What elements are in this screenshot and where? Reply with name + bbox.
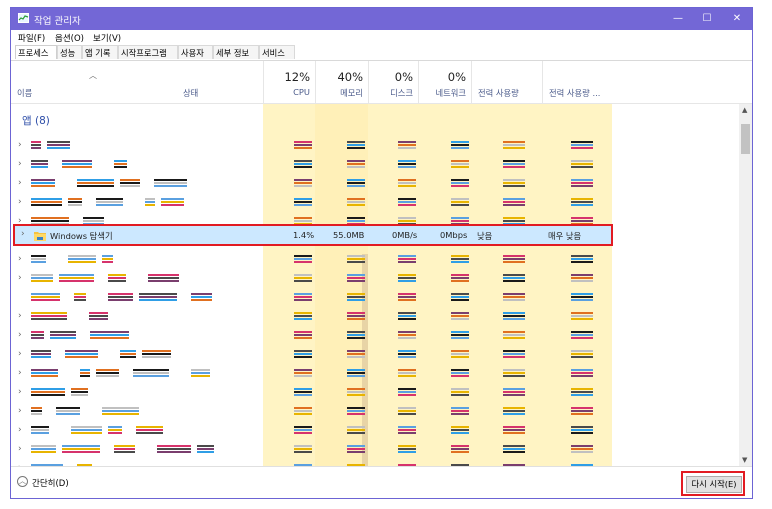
scroll-thumb[interactable] [741, 124, 750, 154]
expand-chevron-icon[interactable]: › [18, 406, 22, 416]
scroll-up-icon[interactable]: ▲ [742, 106, 747, 114]
table-row[interactable]: › [11, 440, 739, 459]
process-name: Windows 탐색기 [50, 231, 113, 241]
table-row[interactable]: › [11, 326, 739, 345]
title-bar: 작업 관리자 — ☐ ✕ [11, 8, 752, 30]
menu-bar: 파일(F) 옵션(O) 보기(V) [11, 30, 752, 44]
expand-chevron-icon[interactable]: › [18, 254, 22, 264]
table-row[interactable]: › [11, 364, 739, 383]
group-header-apps[interactable]: 앱 (8) [11, 104, 739, 136]
maximize-icon[interactable]: ☐ [692, 8, 722, 30]
column-cpu[interactable]: 12% CPU [263, 61, 316, 103]
close-icon[interactable]: ✕ [722, 8, 752, 30]
selected-row-windows-explorer[interactable]: › Windows 탐색기 1.4% 55.0MB 0MB/s 0Mbps 낮음… [13, 224, 613, 246]
column-status[interactable]: 상태 [171, 61, 263, 103]
tab-services[interactable]: 서비스 [259, 45, 295, 59]
tab-users[interactable]: 사용자 [178, 45, 213, 59]
restart-highlight: 다시 시작(E) [681, 471, 745, 496]
menu-file[interactable]: 파일(F) [18, 32, 45, 44]
column-network[interactable]: 0% 네트워크 [418, 61, 472, 103]
table-row[interactable]: › [11, 421, 739, 440]
column-memory[interactable]: 40% 메모리 [315, 61, 369, 103]
table-row[interactable]: › [11, 250, 739, 269]
expand-chevron-icon[interactable]: › [18, 349, 22, 359]
tab-app-history[interactable]: 앱 기록 [82, 45, 118, 59]
collapse-up-icon[interactable]: ︿ [17, 476, 28, 487]
menu-view[interactable]: 보기(V) [93, 32, 121, 44]
power-value: 낮음 [477, 231, 493, 241]
network-value: 0Mbps [440, 230, 468, 240]
fewer-details-link[interactable]: 간단히(D) [32, 477, 69, 489]
column-power[interactable]: 전력 사용량 [471, 61, 543, 103]
expand-chevron-icon[interactable]: › [18, 197, 22, 207]
table-row[interactable]: › [11, 383, 739, 402]
expand-chevron-icon[interactable]: › [21, 229, 25, 239]
table-row[interactable]: › [11, 136, 739, 155]
column-disk[interactable]: 0% 디스크 [368, 61, 419, 103]
memory-value: 55.0MB [333, 230, 365, 240]
expand-chevron-icon[interactable]: › [18, 368, 22, 378]
process-list: 앱 (8) › › › › › › › › › › › › › › › › › Windows 탐색기 1.4… [11, 104, 752, 466]
column-header: ︿ 이름 상태 12% CPU 40% 메모리 0% 디스크 0% 네트워크 전… [11, 61, 752, 104]
network-total: 0% [447, 70, 466, 84]
cpu-total: 12% [284, 70, 310, 84]
tab-processes[interactable]: 프로세스 [15, 45, 57, 59]
column-name[interactable]: 이름 [11, 61, 171, 103]
expand-chevron-icon[interactable]: › [18, 425, 22, 435]
expand-chevron-icon[interactable]: › [18, 159, 22, 169]
tab-details[interactable]: 세부 정보 [213, 45, 259, 59]
table-row[interactable]: › [11, 193, 739, 212]
expand-chevron-icon[interactable]: › [18, 273, 22, 283]
power-trend-value: 매우 낮음 [548, 231, 582, 241]
footer: ︿ 간단히(D) 다시 시작(E) [11, 467, 752, 498]
expand-chevron-icon[interactable]: › [18, 330, 22, 340]
scroll-down-icon[interactable]: ▼ [742, 456, 747, 464]
restart-button[interactable]: 다시 시작(E) [686, 476, 742, 493]
expand-chevron-icon[interactable]: › [18, 444, 22, 454]
window-title: 작업 관리자 [34, 16, 81, 27]
folder-icon [34, 232, 46, 241]
minimize-icon[interactable]: — [663, 8, 693, 30]
task-manager-window: 작업 관리자 — ☐ ✕ 파일(F) 옵션(O) 보기(V) 프로세스 성능 앱… [10, 7, 753, 499]
table-row[interactable]: › [11, 155, 739, 174]
memory-total: 40% [337, 70, 363, 84]
table-row[interactable]: › [11, 459, 739, 466]
expand-chevron-icon[interactable]: › [18, 178, 22, 188]
disk-total: 0% [394, 70, 413, 84]
menu-options[interactable]: 옵션(O) [55, 32, 84, 44]
tab-startup[interactable]: 시작프로그램 [118, 45, 178, 59]
vertical-scrollbar[interactable]: ▲ ▼ [739, 104, 752, 466]
task-manager-icon [18, 13, 29, 23]
table-row[interactable]: › [11, 345, 739, 364]
expand-chevron-icon[interactable]: › [18, 140, 22, 150]
column-power-trend[interactable]: 전력 사용량 ... [542, 61, 613, 103]
group-label: 앱 (8) [22, 115, 50, 127]
disk-value: 0MB/s [392, 230, 418, 240]
table-row[interactable]: › [11, 269, 739, 288]
table-row[interactable]: › [11, 307, 739, 326]
expand-chevron-icon[interactable]: › [18, 387, 22, 397]
tab-performance[interactable]: 성능 [57, 45, 82, 59]
expand-chevron-icon[interactable]: › [18, 311, 22, 321]
table-row[interactable]: › [11, 402, 739, 421]
table-row[interactable] [11, 288, 739, 307]
cpu-value: 1.4% [293, 230, 315, 240]
table-row[interactable]: › [11, 174, 739, 193]
